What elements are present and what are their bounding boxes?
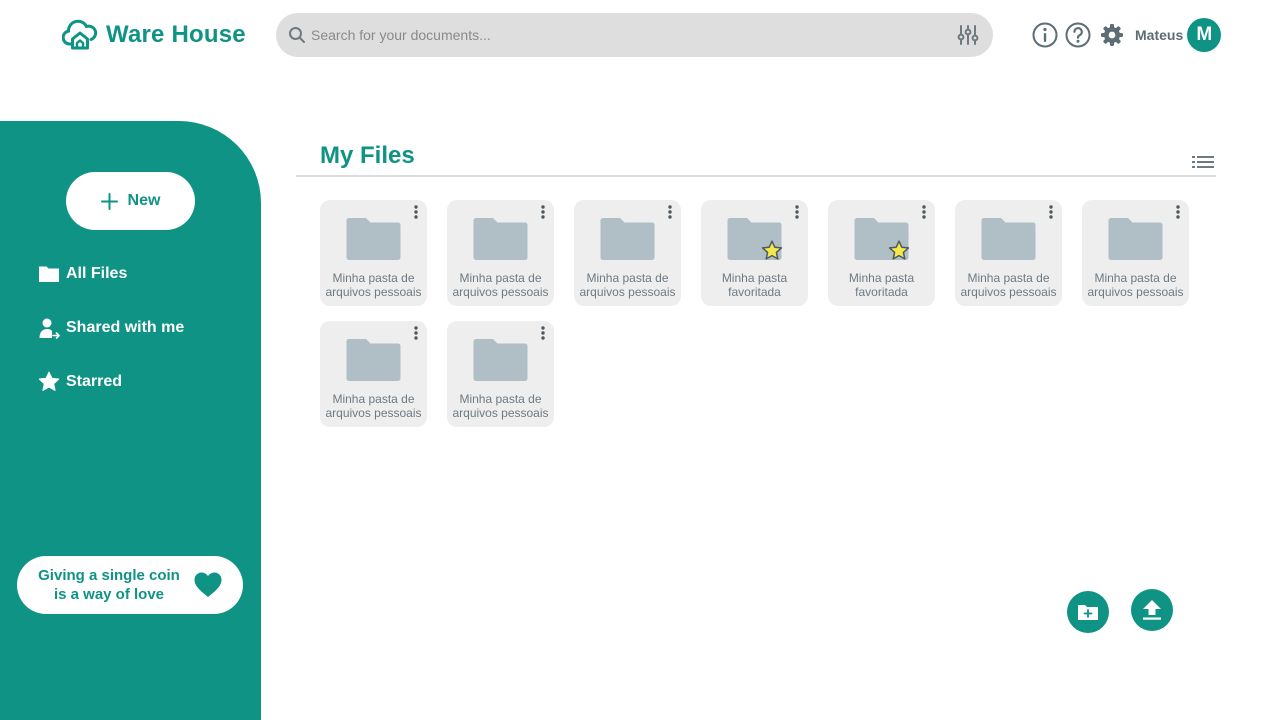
folder-name: Minha pasta favoritada [721,271,788,299]
folder-icon [39,266,59,282]
more-vert-icon[interactable] [414,326,418,340]
more-vert-icon[interactable] [668,205,672,219]
app-logo[interactable]: Ware House [62,17,246,53]
more-vert-icon[interactable] [541,205,545,219]
folder-card[interactable]: Minha pasta favoritada [828,200,935,306]
shared-user-icon [39,318,60,339]
upload-icon [1143,600,1161,620]
cloud-house-logo-icon [62,19,98,50]
plus-icon [100,192,118,210]
settings-gear-icon[interactable] [1098,21,1126,49]
info-icon[interactable] [1031,21,1059,49]
more-vert-icon[interactable] [1049,205,1053,219]
search-input[interactable] [311,27,957,43]
filter-sliders-icon[interactable] [957,24,979,46]
folder-name: Minha pasta de arquivos pessoais [579,271,676,299]
folder-card[interactable]: Minha pasta de arquivos pessoais [1082,200,1189,306]
heart-icon [194,572,222,597]
folder-card[interactable]: Minha pasta de arquivos pessoais [574,200,681,306]
sidebar-item-starred[interactable]: Starred [38,371,184,393]
sidebar-nav: All Files Shared with me Starred [38,263,184,425]
sidebar-item-label: Starred [66,373,123,390]
header-actions: Mateus M [1031,18,1222,52]
folder-name: Minha pasta de arquivos pessoais [1087,271,1184,299]
folder-card[interactable]: Minha pasta favoritada [701,200,808,306]
folder-name: Minha pasta favoritada [848,271,915,299]
folder-icon [473,218,528,260]
folder-icon [1108,218,1163,260]
folder-name: Minha pasta de arquivos pessoais [452,392,549,420]
folder-icon [346,218,401,260]
donate-button[interactable]: Giving a single coin is a way of love [17,556,243,614]
folder-name: Minha pasta de arquivos pessoais [325,271,422,299]
folder-card[interactable]: Minha pasta de arquivos pessoais [320,200,427,306]
list-view-icon[interactable] [1192,154,1214,172]
folder-card[interactable]: Minha pasta de arquivos pessoais [447,200,554,306]
user-name[interactable]: Mateus [1135,27,1183,43]
avatar[interactable]: M [1187,18,1222,52]
more-vert-icon[interactable] [922,205,926,219]
folder-icon [346,339,401,381]
add-folder-icon [1078,605,1098,620]
more-vert-icon[interactable] [795,205,799,219]
sidebar-item-label: All Files [66,265,128,282]
page-title: My Files [320,142,415,169]
folder-icon [981,218,1036,260]
folder-card[interactable]: Minha pasta de arquivos pessoais [447,321,554,427]
sidebar-item-all-files[interactable]: All Files [38,263,184,285]
more-vert-icon[interactable] [541,326,545,340]
sidebar-item-label: Shared with me [66,319,185,336]
donate-text: Giving a single coin is a way of love [38,567,180,603]
folder-name: Minha pasta de arquivos pessoais [325,392,422,420]
new-folder-button[interactable] [1067,591,1109,633]
folder-icon [600,218,655,260]
help-icon[interactable] [1064,21,1092,49]
title-divider [296,175,1216,177]
sidebar: New All Files Shared with me Starred Giv… [0,121,261,720]
new-button[interactable]: New [66,172,195,230]
favorite-star-icon [888,240,910,260]
folder-name: Minha pasta de arquivos pessoais [452,271,549,299]
upload-button[interactable] [1131,589,1173,631]
search-bar[interactable] [276,13,993,57]
sidebar-item-shared-with-me[interactable]: Shared with me [38,317,184,339]
favorite-star-icon [761,240,783,260]
more-vert-icon[interactable] [1176,205,1180,219]
star-icon [38,371,60,391]
folder-name: Minha pasta de arquivos pessoais [960,271,1057,299]
folder-icon [473,339,528,381]
folder-card[interactable]: Minha pasta de arquivos pessoais [320,321,427,427]
more-vert-icon[interactable] [414,205,418,219]
new-button-label: New [127,192,161,209]
search-icon [289,27,305,43]
folder-card[interactable]: Minha pasta de arquivos pessoais [955,200,1062,306]
app-name: Ware House [106,21,246,48]
